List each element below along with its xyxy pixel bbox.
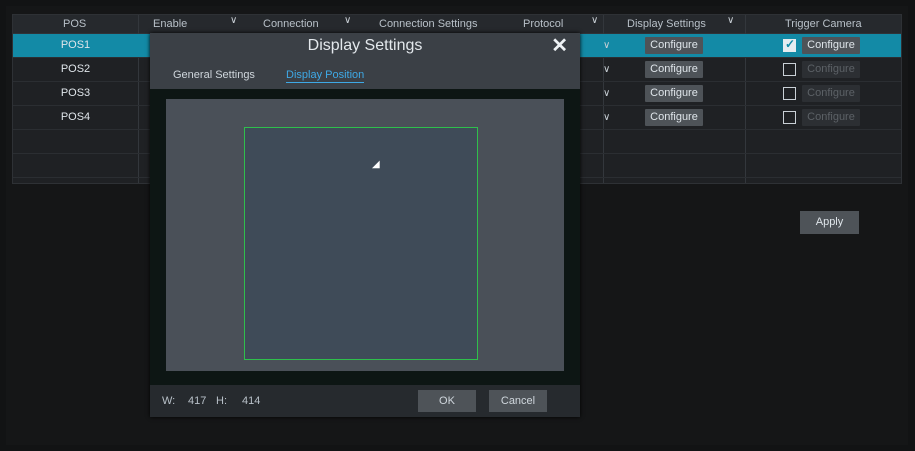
row-chevron-down-icon[interactable]: ∨ [603, 106, 610, 129]
display-configure-button[interactable]: Configure [645, 109, 703, 126]
dialog-footer: W: 417 H: 414 OK Cancel [150, 385, 580, 417]
trigger-configure-button: Configure [802, 109, 860, 126]
trigger-camera-checkbox[interactable] [783, 111, 796, 124]
header-display-settings: Display Settings [627, 18, 706, 30]
trigger-camera-checkbox[interactable] [783, 37, 796, 52]
display-configure-button[interactable]: Configure [645, 37, 703, 54]
trigger-configure-button[interactable]: Configure [802, 37, 860, 54]
table-header: POS Enable ∨ Connection ∨ Connection Set… [13, 15, 901, 34]
close-icon[interactable]: ✕ [551, 33, 568, 59]
width-value: 417 [188, 395, 207, 407]
pos-name: POS1 [60, 39, 91, 51]
cancel-button[interactable]: Cancel [489, 390, 547, 412]
tab-general-settings[interactable]: General Settings [173, 68, 255, 82]
width-label: W: [162, 395, 176, 407]
protocol-chevron-down-icon[interactable]: ∨ [591, 15, 598, 26]
position-canvas-frame: ◢ [150, 89, 580, 385]
display-settings-dialog: Display Settings ✕ General Settings Disp… [150, 33, 580, 417]
display-settings-chevron-down-icon[interactable]: ∨ [727, 15, 734, 26]
mouse-cursor-icon: ◢ [372, 159, 380, 170]
dialog-title: Display Settings [307, 37, 423, 54]
header-connection-settings: Connection Settings [379, 18, 478, 30]
trigger-configure-button: Configure [802, 61, 860, 78]
apply-button[interactable]: Apply [800, 211, 859, 234]
header-pos: POS [63, 18, 87, 30]
tab-display-position[interactable]: Display Position [286, 68, 365, 83]
row-chevron-down-icon[interactable]: ∨ [603, 58, 610, 81]
trigger-configure-button: Configure [802, 85, 860, 102]
row-chevron-down-icon[interactable]: ∨ [603, 34, 610, 57]
display-configure-button[interactable]: Configure [645, 61, 703, 78]
pos-name: POS3 [60, 87, 91, 99]
pos-name: POS2 [60, 63, 91, 75]
trigger-camera-checkbox[interactable] [783, 63, 796, 76]
trigger-camera-checkbox[interactable] [783, 87, 796, 100]
display-region-box[interactable]: ◢ [244, 127, 478, 360]
header-connection: Connection [263, 18, 319, 30]
position-canvas[interactable]: ◢ [166, 99, 564, 371]
height-label: H: [216, 395, 227, 407]
height-value: 414 [242, 395, 261, 407]
enable-chevron-down-icon[interactable]: ∨ [230, 15, 237, 26]
header-enable: Enable [153, 18, 188, 30]
header-protocol: Protocol [523, 18, 564, 30]
display-configure-button[interactable]: Configure [645, 85, 703, 102]
connection-chevron-down-icon[interactable]: ∨ [344, 15, 351, 26]
header-trigger-camera: Trigger Camera [785, 18, 862, 30]
row-chevron-down-icon[interactable]: ∨ [603, 82, 610, 105]
ok-button[interactable]: OK [418, 390, 476, 412]
pos-name: POS4 [60, 111, 91, 123]
